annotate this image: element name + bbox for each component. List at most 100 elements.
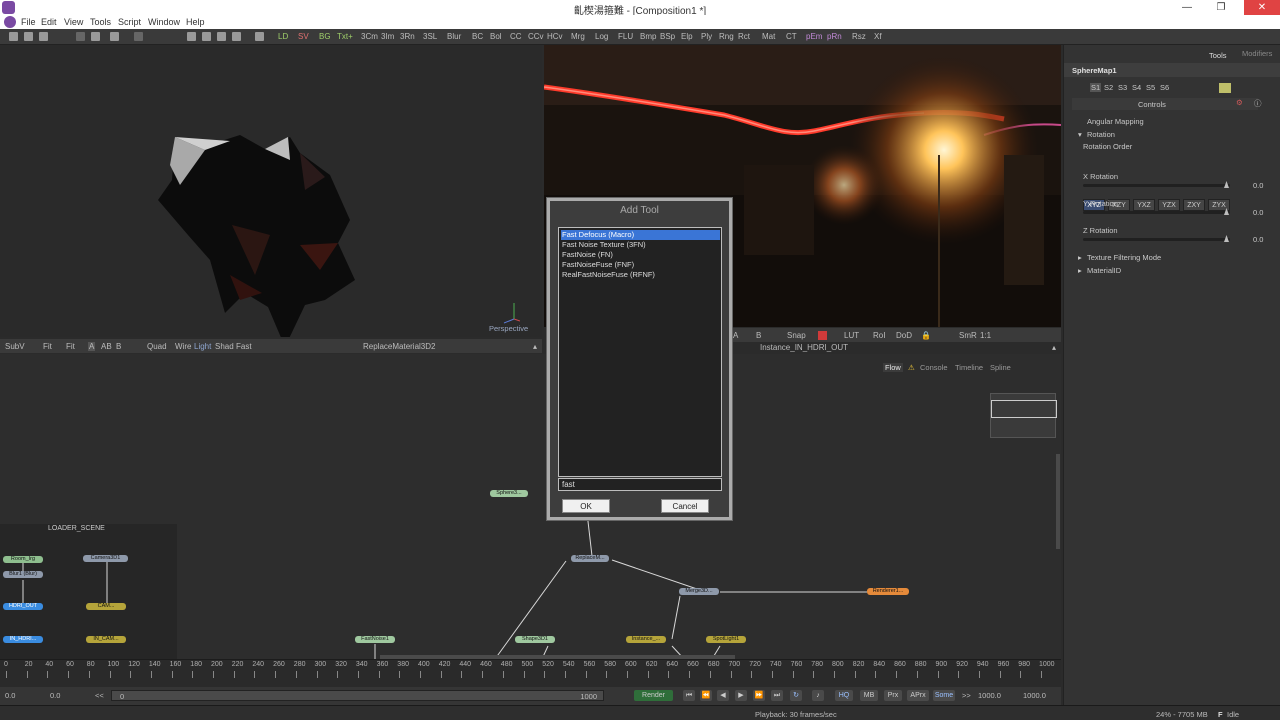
tool-flu[interactable]: FLU — [618, 32, 633, 41]
maximize-button[interactable]: ❐ — [1208, 0, 1234, 15]
tool-3cm[interactable]: 3Cm — [361, 32, 378, 41]
slot-s6[interactable]: S6 — [1160, 83, 1169, 92]
tool-bsp[interactable]: BSp — [660, 32, 675, 41]
snap-button[interactable]: Snap — [787, 331, 806, 340]
flow-node[interactable]: Instance_... — [626, 636, 666, 643]
play-reverse-icon[interactable]: ◀ — [717, 690, 729, 701]
redo-icon[interactable] — [134, 32, 143, 41]
order-zxy[interactable]: ZXY — [1183, 199, 1205, 211]
tool-ld[interactable]: LD — [278, 32, 288, 41]
play-icon[interactable]: ▶ — [735, 690, 747, 701]
loop-icon[interactable]: ↻ — [790, 690, 802, 701]
layout-1-icon[interactable] — [187, 32, 196, 41]
texture-expand-icon[interactable]: ▸ — [1078, 253, 1082, 262]
cancel-button[interactable]: Cancel — [661, 499, 709, 513]
aprx-button[interactable]: APrx — [907, 690, 929, 701]
flow-vscrollbar[interactable] — [1056, 454, 1060, 549]
materialid-expand-icon[interactable]: ▸ — [1078, 266, 1082, 275]
tile-color-icon[interactable] — [1219, 83, 1231, 93]
viewer-right-menu-icon[interactable]: ▴ — [1052, 343, 1056, 352]
slot-s1[interactable]: S1 — [1090, 83, 1102, 92]
angular-mapping-checkbox[interactable]: Angular Mapping — [1087, 117, 1144, 126]
smr-button[interactable]: SmR — [959, 331, 977, 340]
rewind-range-button[interactable]: << — [95, 691, 104, 700]
lut-button[interactable]: LUT — [844, 331, 859, 340]
result-item[interactable]: Fast Defocus (Macro) — [561, 230, 720, 240]
channel-b-button-2[interactable]: B — [756, 331, 761, 340]
color-channel-icon[interactable] — [818, 331, 827, 340]
z-rotation-value[interactable]: 0.0 — [1253, 235, 1263, 244]
layout-3-icon[interactable] — [217, 32, 226, 41]
flow-node[interactable]: IN_CAM... — [86, 636, 126, 643]
y-rotation-slider[interactable] — [1083, 211, 1230, 214]
tool-ply[interactable]: Ply — [701, 32, 712, 41]
result-item[interactable]: Fast Noise Texture (3FN) — [561, 240, 720, 250]
quad-button[interactable]: Quad — [147, 342, 167, 351]
tool-3im[interactable]: 3Im — [381, 32, 394, 41]
tool-3rn[interactable]: 3Rn — [400, 32, 415, 41]
menu-tools[interactable]: Tools — [90, 17, 111, 27]
viewer-left-menu-icon[interactable]: ▴ — [533, 342, 537, 351]
tool-bg[interactable]: BG — [319, 32, 331, 41]
tab-modifiers[interactable]: Modifiers — [1242, 49, 1272, 58]
fit-dropdown[interactable]: Fit — [66, 342, 75, 351]
flow-node[interactable]: FastNoise1 — [355, 636, 395, 643]
ok-button[interactable]: OK — [562, 499, 610, 513]
tool-prn[interactable]: pRn — [827, 32, 842, 41]
flow-node[interactable]: Sphere3... — [490, 490, 528, 497]
menu-script[interactable]: Script — [118, 17, 141, 27]
layout-4-icon[interactable] — [232, 32, 241, 41]
menu-window[interactable]: Window — [148, 17, 180, 27]
slot-s4[interactable]: S4 — [1132, 83, 1141, 92]
result-item[interactable]: RealFastNoiseFuse (RFNF) — [561, 270, 720, 280]
rotation-section[interactable]: Rotation — [1087, 130, 1115, 139]
result-item[interactable]: FastNoise (FN) — [561, 250, 720, 260]
x-rotation-value[interactable]: 0.0 — [1253, 181, 1263, 190]
paste-icon[interactable] — [91, 32, 100, 41]
flow-node[interactable]: Camera3D1 — [83, 555, 128, 562]
tool-bc[interactable]: BC — [472, 32, 483, 41]
tool-header[interactable]: SphereMap1 — [1064, 63, 1280, 77]
fast-forward-range-button[interactable]: >> — [962, 691, 971, 700]
fit-button[interactable]: Fit — [43, 342, 52, 351]
render-start[interactable]: 0.0 — [50, 691, 60, 700]
channel-ab-button[interactable]: AB — [101, 342, 112, 351]
go-end-icon[interactable]: ⏭ — [771, 690, 783, 701]
shad-button[interactable]: Shad — [215, 342, 234, 351]
minimize-button[interactable]: — — [1174, 0, 1200, 15]
menu-help[interactable]: Help — [186, 17, 205, 27]
tool-xf[interactable]: Xf — [874, 32, 882, 41]
tool-rct[interactable]: Rct — [738, 32, 750, 41]
viewer-3d[interactable]: Perspective — [0, 45, 542, 337]
x-rotation-slider[interactable] — [1083, 184, 1230, 187]
flow-node[interactable]: Shape3D1 — [515, 636, 555, 643]
copy-icon[interactable] — [76, 32, 85, 41]
slot-s5[interactable]: S5 — [1146, 83, 1155, 92]
menu-edit[interactable]: Edit — [41, 17, 57, 27]
audio-icon[interactable]: ♪ — [812, 690, 824, 701]
tool-bol[interactable]: Bol — [490, 32, 502, 41]
light-button[interactable]: Light — [194, 342, 211, 351]
subv-button[interactable]: SubV — [5, 342, 25, 351]
tool-blur[interactable]: Blur — [447, 32, 461, 41]
some-button[interactable]: Some — [933, 690, 955, 701]
tool-txt[interactable]: Txt+ — [337, 32, 353, 41]
fast-button[interactable]: Fast — [236, 342, 252, 351]
tool-elp[interactable]: Elp — [681, 32, 693, 41]
open-icon[interactable] — [24, 32, 33, 41]
tool-cc[interactable]: CC — [510, 32, 522, 41]
render-end[interactable]: 1000.0 — [978, 691, 1001, 700]
tool-pem[interactable]: pEm — [806, 32, 822, 41]
mb-button[interactable]: MB — [860, 690, 878, 701]
tool-3sl[interactable]: 3SL — [423, 32, 437, 41]
range-slider[interactable]: 0 1000 — [111, 690, 604, 701]
prx-button[interactable]: Prx — [884, 690, 902, 701]
tool-mrg[interactable]: Mrg — [571, 32, 585, 41]
dod-button[interactable]: DoD — [896, 331, 912, 340]
step-back-icon[interactable]: ⏪ — [700, 690, 712, 701]
order-yzx[interactable]: YZX — [1158, 199, 1180, 211]
flow-node[interactable]: SpotLight1 — [706, 636, 746, 643]
close-button[interactable]: ✕ — [1244, 0, 1280, 15]
tool-rng[interactable]: Rng — [719, 32, 734, 41]
flow-node[interactable]: Room_Irg — [3, 556, 43, 563]
